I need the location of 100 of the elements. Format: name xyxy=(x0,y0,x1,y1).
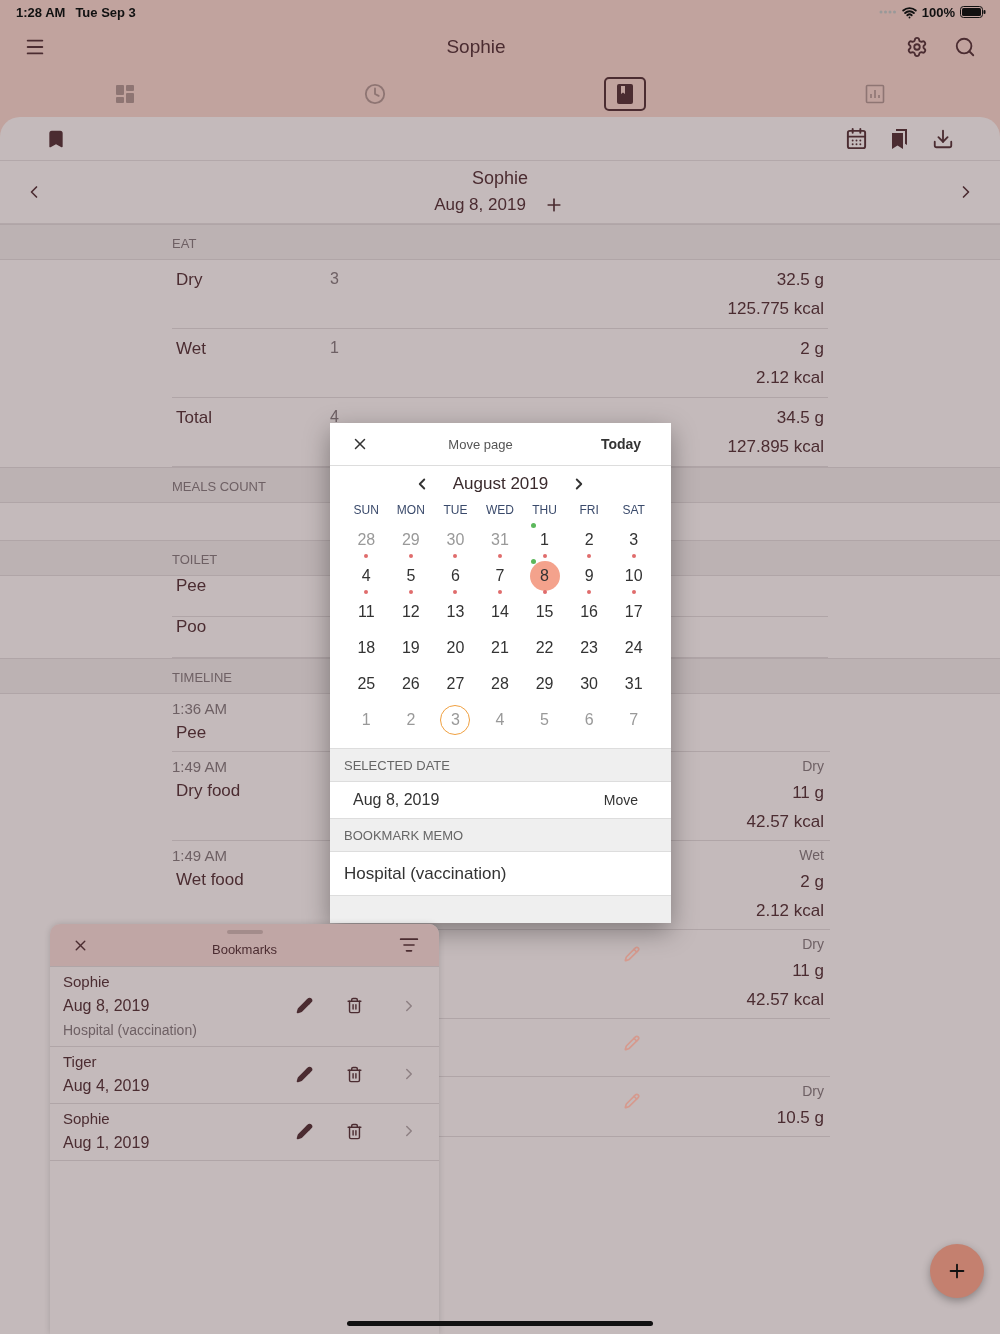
move-button[interactable]: Move xyxy=(597,788,644,812)
section-title: TIMELINE xyxy=(172,670,232,685)
food-type: Wet xyxy=(799,847,824,863)
bookmark-item[interactable]: Sophie Aug 8, 2019 Hospital (vaccination) xyxy=(50,967,439,1047)
food-label: Dry xyxy=(176,270,203,290)
meal-count: 4 xyxy=(330,408,339,426)
bookmark-item[interactable]: Tiger Aug 4, 2019 xyxy=(50,1047,439,1104)
calendar-day[interactable]: 30 xyxy=(574,669,605,699)
weekday-label: SUN xyxy=(352,502,380,519)
dashboard-icon xyxy=(115,83,135,104)
section-title: EAT xyxy=(172,236,197,251)
calendar-day[interactable]: 17 xyxy=(618,597,649,627)
calendar-day[interactable]: 21 xyxy=(485,633,515,663)
panel-title: Bookmarks xyxy=(212,940,277,957)
book-icon xyxy=(615,82,635,105)
grams-value: 11 g xyxy=(792,961,824,981)
battery-level: 100% xyxy=(921,4,955,20)
calendar-day[interactable]: 13 xyxy=(440,597,471,627)
calendar-day[interactable]: 10 xyxy=(618,561,649,591)
dialog-title: Move page xyxy=(447,436,514,452)
calendar-day[interactable]: 5 xyxy=(395,561,426,591)
battery-icon xyxy=(960,6,986,18)
bookmarks-icon[interactable] xyxy=(890,127,910,150)
food-type: Dry xyxy=(802,758,824,774)
status-time: 1:28 AM xyxy=(16,4,66,20)
toilet-label: Pee xyxy=(176,576,207,596)
bookmark-name: Tiger xyxy=(63,1053,98,1070)
pet-name: Sophie xyxy=(471,167,528,189)
calendar-day[interactable]: 26 xyxy=(395,669,426,699)
grams-value: 2 g xyxy=(800,339,824,359)
nav-tab[interactable] xyxy=(604,76,646,111)
entry-label: Dry food xyxy=(175,781,241,801)
calendar-day[interactable]: 31 xyxy=(618,669,649,699)
weekday-label: TUE xyxy=(442,502,469,519)
bookmark-date: Aug 4, 2019 xyxy=(63,1077,151,1095)
weekday-label: SAT xyxy=(621,502,646,519)
food-type: Dry xyxy=(802,936,824,952)
calendar-day[interactable]: 8 xyxy=(529,561,560,591)
meal-count: 3 xyxy=(330,270,339,288)
calendar-day[interactable]: 3 xyxy=(618,525,649,555)
calendar-day[interactable]: 2 xyxy=(574,525,605,555)
bookmark-date: Aug 8, 2019 xyxy=(63,997,151,1015)
toilet-label: Poo xyxy=(176,617,207,637)
food-type: Dry xyxy=(802,1083,824,1099)
calendar-day[interactable]: 19 xyxy=(395,633,426,663)
calendar-day[interactable]: 4 xyxy=(351,561,382,591)
weekday-label: THU xyxy=(531,502,558,519)
kcal-value: 42.57 kcal xyxy=(746,990,824,1010)
calendar-day[interactable]: 6 xyxy=(440,561,471,591)
kcal-value: 125.775 kcal xyxy=(727,299,824,319)
bar-chart-icon xyxy=(865,83,885,104)
calendar-day[interactable]: 12 xyxy=(395,597,426,627)
calendar-day[interactable]: 16 xyxy=(574,597,605,627)
calendar-day[interactable]: 25 xyxy=(351,669,382,699)
entry-label: Wet food xyxy=(175,870,244,890)
grams-value: 2 g xyxy=(800,872,824,892)
calendar-day[interactable]: 18 xyxy=(351,633,382,663)
grams-value: 34.5 g xyxy=(776,408,824,428)
entry-label: Pee xyxy=(175,723,207,743)
entry-time: 1:49 AM xyxy=(172,847,228,864)
today-button[interactable]: Today xyxy=(594,432,648,456)
grams-value: 11 g xyxy=(792,783,824,803)
kcal-value: 127.895 kcal xyxy=(727,437,824,457)
entry-time: 1:36 AM xyxy=(172,700,228,717)
calendar-day[interactable]: 15 xyxy=(529,597,560,627)
section-title: TOILET xyxy=(172,552,218,567)
calendar-day[interactable]: 22 xyxy=(529,633,560,663)
calendar-day[interactable]: 28 xyxy=(485,669,515,699)
kcal-value: 42.57 kcal xyxy=(746,812,824,832)
weekday-label: MON xyxy=(395,502,426,519)
bookmark-item[interactable]: Sophie Aug 1, 2019 xyxy=(50,1104,439,1161)
clock-icon xyxy=(364,82,386,105)
bookmark-date: Aug 1, 2019 xyxy=(63,1134,151,1152)
food-label: Wet xyxy=(176,339,206,359)
calendar-day[interactable]: 29 xyxy=(529,669,560,699)
kcal-value: 2.12 kcal xyxy=(755,368,824,388)
entry-time: 1:49 AM xyxy=(172,758,228,775)
calendar-day[interactable]: 9 xyxy=(574,561,605,591)
grams-value: 10.5 g xyxy=(776,1108,824,1128)
status-date: Tue Sep 3 xyxy=(75,4,136,20)
food-label: Total xyxy=(176,408,212,428)
bookmark-memo: Hospital (vaccination) xyxy=(344,863,507,884)
calendar-day[interactable]: 23 xyxy=(574,633,605,663)
calendar-day[interactable]: 27 xyxy=(440,669,471,699)
calendar-day[interactable]: 24 xyxy=(618,633,649,663)
calendar-day[interactable]: 14 xyxy=(485,597,515,627)
calendar-day[interactable]: 20 xyxy=(440,633,471,663)
signal-icon xyxy=(878,10,897,14)
weekday-label: FRI xyxy=(578,502,600,519)
bookmark-name: Sophie xyxy=(63,973,111,990)
calendar-day[interactable]: 11 xyxy=(351,597,382,627)
bookmark-name: Sophie xyxy=(63,1110,111,1127)
meal-count: 1 xyxy=(330,339,339,357)
calendar-day[interactable]: 1 xyxy=(529,525,560,555)
bookmark-memo: Hospital (vaccination) xyxy=(63,1022,198,1038)
app-title: Sophie xyxy=(446,36,506,58)
grams-value: 32.5 g xyxy=(776,270,824,290)
wifi-icon xyxy=(901,4,917,20)
calendar-day[interactable]: 7 xyxy=(485,561,515,591)
section-title: BOOKMARK MEMO xyxy=(344,827,464,843)
